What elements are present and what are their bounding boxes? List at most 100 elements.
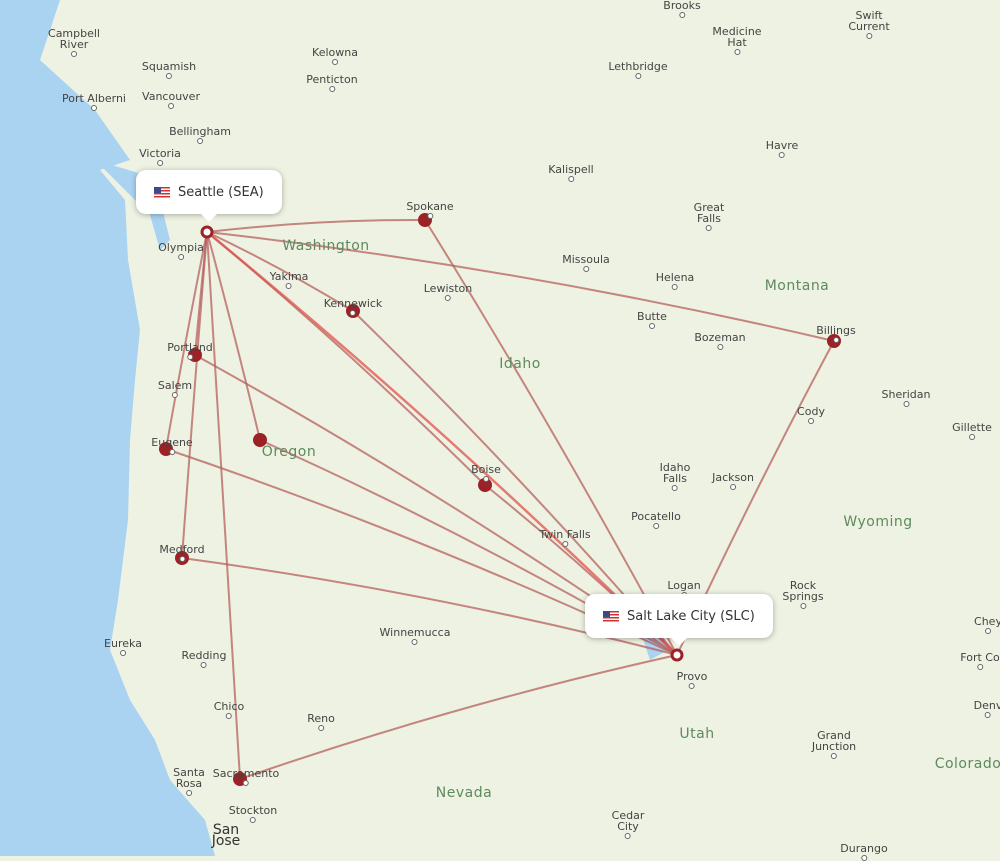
city-label: Rock Springs	[782, 579, 824, 609]
city-dot	[635, 73, 641, 79]
city-name: Fort Co	[960, 651, 1000, 664]
city-dot	[328, 86, 335, 92]
city-name: Spokane	[406, 200, 454, 213]
city-name: Brooks	[663, 0, 701, 12]
city-label: Medford	[159, 543, 205, 562]
city-dot	[168, 103, 174, 109]
city-label: Denv	[974, 700, 1000, 718]
route-sea-sacramento	[206, 231, 241, 780]
city-label: Vancouver	[142, 91, 200, 109]
city-dot	[976, 664, 983, 670]
city-name: Boise	[471, 463, 501, 476]
city-name: Vancouver	[142, 90, 200, 103]
city-label: Sheridan	[882, 389, 931, 407]
state-label: Oregon	[261, 444, 317, 460]
city-label: Durango	[840, 842, 888, 861]
destination-tooltip[interactable]: Salt Lake City (SLC)	[585, 594, 773, 646]
destination-marker[interactable]	[670, 648, 684, 662]
city-name: Durango	[840, 842, 888, 855]
city-name: Billings	[816, 324, 856, 337]
city-dot	[678, 12, 685, 18]
city-dot	[808, 418, 814, 424]
city-name: Eugene	[151, 436, 193, 449]
city-dot	[426, 213, 433, 219]
city-name: Redding	[181, 649, 227, 662]
city-dot	[705, 225, 712, 231]
origin-marker[interactable]	[200, 225, 214, 239]
city-name: Missoula	[562, 253, 610, 266]
city-label: Kalispell	[548, 164, 594, 182]
city-dot	[483, 476, 489, 482]
city-label: Bellingham	[169, 126, 231, 144]
city-label: Chico	[213, 700, 245, 719]
city-name: Sacramento	[212, 767, 280, 780]
city-label: Missoula	[562, 254, 610, 272]
city-dot	[318, 725, 324, 731]
city-dot	[561, 541, 568, 547]
city-label: Havre	[766, 140, 798, 158]
city-dot	[671, 485, 678, 491]
city-label: Penticton	[306, 73, 358, 92]
city-dot	[968, 434, 975, 440]
city-dot	[624, 833, 631, 839]
city-dot	[179, 556, 185, 562]
city-label: Santa Rosa	[173, 767, 205, 796]
city-name: Santa Rosa	[173, 766, 205, 790]
city-label: Winnemucca	[380, 627, 450, 645]
city-dot	[984, 712, 991, 718]
city-name: Stockton	[228, 804, 278, 817]
city-dot	[717, 344, 723, 350]
city-label: Butte	[637, 311, 667, 329]
city-name: Portland	[167, 341, 213, 354]
city-name: Campbell River	[48, 27, 100, 51]
city-label: Redding	[181, 649, 227, 668]
city-label: Medicine Hat	[712, 25, 762, 55]
city-name: Rock Springs	[782, 579, 824, 603]
route-map[interactable]	[0, 0, 1000, 856]
city-label: Cedar City	[611, 809, 645, 839]
city-name: Great Falls	[693, 201, 725, 225]
route-sea-bend	[206, 231, 261, 441]
route-sea-boise	[206, 231, 486, 486]
state-label: Montana	[764, 278, 830, 294]
city-name: Butte	[637, 310, 667, 323]
city-name: Victoria	[139, 147, 181, 160]
city-name: Chico	[213, 700, 245, 713]
city-dot	[178, 254, 184, 260]
city-name: Eureka	[104, 637, 142, 650]
origin-tooltip[interactable]: Seattle (SEA)	[136, 170, 282, 222]
city-label: Pocatello	[631, 511, 681, 529]
city-label: Helena	[656, 272, 694, 290]
city-name: Penticton	[306, 73, 358, 86]
city-label: Lethbridge	[608, 61, 668, 79]
state-label: Washington	[282, 238, 370, 254]
city-name: Bellingham	[169, 125, 231, 138]
city-dot	[833, 337, 839, 343]
city-name: Provo	[676, 670, 708, 683]
city-label: Stockton	[229, 805, 277, 823]
city-label: Reno	[307, 713, 335, 731]
us-flag-icon	[154, 186, 170, 198]
city-dot	[242, 780, 249, 786]
city-name: Sheridan	[881, 388, 931, 401]
city-name: Yakima	[269, 270, 309, 283]
city-name: Cedar City	[611, 809, 645, 833]
route-sacramento-slc	[239, 654, 678, 780]
city-label: Jackson	[712, 472, 754, 490]
city-label: Cody	[797, 406, 825, 424]
city-name: Squamish	[141, 60, 197, 73]
city-name: Olympia	[158, 241, 204, 254]
city-label: Chey	[974, 616, 1000, 634]
origin-label: Seattle (SEA)	[178, 184, 264, 200]
state-label: Idaho	[499, 356, 541, 372]
city-name: Grand Junction	[811, 729, 857, 753]
city-label: Yakima	[269, 270, 309, 289]
city-label: Eugene	[151, 436, 193, 455]
city-dot	[91, 105, 97, 111]
city-dot	[186, 790, 192, 796]
city-label: Twin Falls	[539, 529, 591, 547]
city-name: Medicine Hat	[712, 25, 762, 49]
city-label: Lewiston	[424, 283, 472, 301]
city-name: Medford	[159, 543, 205, 556]
city-dot	[119, 650, 126, 656]
